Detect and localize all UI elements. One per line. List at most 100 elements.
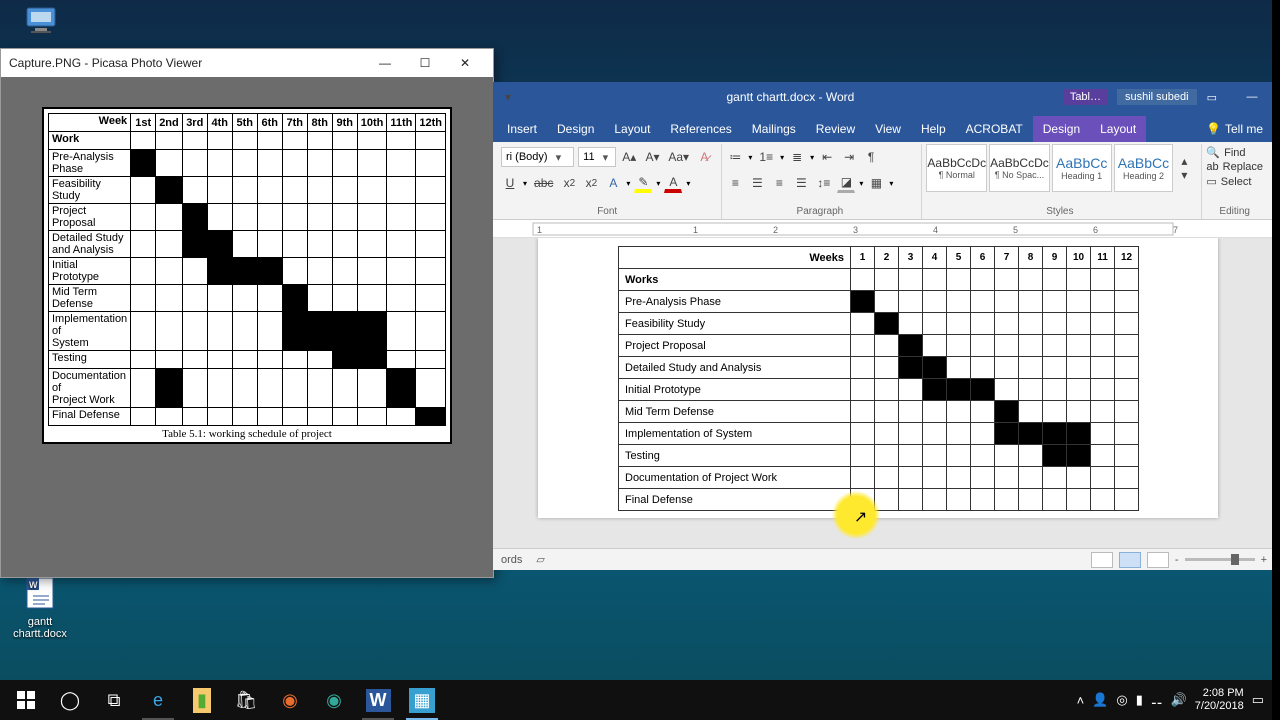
font-name-combo[interactable]: ri (Body)▾ [501,147,574,167]
align-right-icon[interactable]: ≡ [770,173,788,193]
text-effects-icon[interactable]: A [604,173,622,193]
tab-view[interactable]: View [865,116,911,142]
tab-table-design[interactable]: Design [1033,116,1090,142]
tray-chevron-icon[interactable]: ˄ [1077,693,1085,708]
tab-help[interactable]: Help [911,116,956,142]
document-area[interactable]: Weeks123456789101112WorksPre-Analysis Ph… [493,238,1275,548]
taskbar[interactable]: ◯ ⧉ e ▮ 🛍 ◉ ◉ W ▦ ˄ 👤 ◎ ▮ ⚋ 🔊 2:08 PM 7/… [0,680,1272,720]
increase-indent-icon[interactable]: ⇥ [840,147,858,167]
qa-dropdown-icon[interactable]: ▾ [499,87,517,107]
ribbon-group-styles-label: Styles [926,206,1193,219]
desktop-icon-this-pc[interactable] [12,4,76,40]
desktop-icon-gantt-doc[interactable]: W gantt chartt.docx [8,576,72,640]
bullets-icon[interactable]: ≔ [726,147,744,167]
close-button[interactable]: ✕ [445,52,485,74]
shrink-font-icon[interactable]: A▾ [643,147,662,167]
find-button[interactable]: 🔍Find [1206,146,1263,159]
status-words[interactable]: ords [501,554,522,566]
decrease-indent-icon[interactable]: ⇤ [818,147,836,167]
word-minimize-button[interactable]: — [1235,91,1269,103]
ribbon-display-icon[interactable]: ▭ [1207,91,1217,104]
taskbar-picasa[interactable]: ▦ [400,680,444,720]
align-left-icon[interactable]: ≡ [726,173,744,193]
strikethrough-icon[interactable]: abc [531,173,556,193]
maximize-button[interactable]: ☐ [405,52,445,74]
print-layout-button[interactable] [1119,552,1141,568]
replace-button[interactable]: abReplace [1206,161,1263,173]
tray-clock[interactable]: 2:08 PM 7/20/2018 [1195,687,1244,713]
show-paragraph-icon[interactable]: ¶ [862,147,880,167]
tab-references[interactable]: References [660,116,741,142]
tray-wifi-icon[interactable]: ⚋ [1151,692,1163,708]
style-heading 1[interactable]: AaBbCcHeading 1 [1052,144,1112,192]
web-layout-button[interactable] [1147,552,1169,568]
clear-format-icon[interactable]: A̷ [695,147,713,167]
tray-location-icon[interactable]: ◎ [1116,692,1127,708]
grow-font-icon[interactable]: A▴ [620,147,639,167]
word-titlebar[interactable]: ▾ gantt chartt.docx - Word Tabl… sushil … [493,82,1275,112]
tell-me-button[interactable]: 💡Tell me [1198,116,1271,142]
tab-review[interactable]: Review [806,116,865,142]
tray-notifications-icon[interactable]: ▭ [1252,692,1264,708]
borders-icon[interactable]: ▦ [867,173,885,193]
font-color-icon[interactable]: A [664,173,682,193]
zoom-out-button[interactable]: - [1175,554,1179,566]
table-tools-context-label: Tabl… [1064,89,1107,105]
tray-people-icon[interactable]: 👤 [1092,692,1108,708]
gantt-table-word[interactable]: Weeks123456789101112WorksPre-Analysis Ph… [618,246,1139,511]
picasa-title: Capture.PNG - Picasa Photo Viewer [9,56,202,70]
zoom-slider[interactable] [1185,558,1255,561]
svg-text:W: W [29,580,38,590]
taskview-button[interactable]: ⧉ [92,680,136,720]
tray-battery-icon[interactable]: ▮ [1136,692,1143,708]
change-case-icon[interactable]: Aa▾ [666,147,691,167]
gantt-caption: Table 5.1: working schedule of project [48,426,446,440]
tab-acrobat[interactable]: ACROBAT [956,116,1033,142]
page[interactable]: Weeks123456789101112WorksPre-Analysis Ph… [538,238,1218,518]
search-button[interactable]: ◯ [48,680,92,720]
line-spacing-icon[interactable]: ↕≡ [814,173,833,193]
taskbar-chrome[interactable]: ◉ [312,680,356,720]
superscript-icon[interactable]: x2 [582,173,600,193]
tab-table-layout[interactable]: Layout [1090,116,1146,142]
tab-mailings[interactable]: Mailings [742,116,806,142]
tray-volume-icon[interactable]: 🔊 [1171,692,1187,708]
subscript-icon[interactable]: x2 [560,173,578,193]
font-size-combo[interactable]: 11▾ [578,147,616,167]
underline-icon[interactable]: U [501,173,519,193]
zoom-in-button[interactable]: + [1261,554,1267,566]
taskbar-explorer[interactable]: ▮ [180,680,224,720]
tab-insert[interactable]: Insert [497,116,547,142]
styles-gallery[interactable]: AaBbCcDc¶ NormalAaBbCcDc¶ No Spac...AaBb… [926,144,1193,192]
taskbar-word[interactable]: W [356,680,400,720]
svg-text:1: 1 [537,225,542,235]
svg-text:7: 7 [1173,225,1178,235]
tab-layout[interactable]: Layout [604,116,660,142]
styles-more-icon[interactable]: ▴▾ [1175,144,1193,192]
align-center-icon[interactable]: ☰ [748,173,766,193]
taskbar-store[interactable]: 🛍 [224,680,268,720]
status-spellcheck-icon[interactable]: ▱ [536,553,544,566]
right-black-strip [1272,0,1280,720]
justify-icon[interactable]: ☰ [792,173,810,193]
picasa-titlebar[interactable]: Capture.PNG - Picasa Photo Viewer — ☐ ✕ [1,49,493,77]
ribbon-group-editing-label: Editing [1206,206,1263,219]
tab-design[interactable]: Design [547,116,604,142]
style-¶ no spac...[interactable]: AaBbCcDc¶ No Spac... [989,144,1050,192]
taskbar-firefox[interactable]: ◉ [268,680,312,720]
svg-text:3: 3 [853,225,858,235]
style-heading 2[interactable]: AaBbCcHeading 2 [1114,144,1174,192]
multilevel-icon[interactable]: ≣ [788,147,806,167]
svg-text:4: 4 [933,225,938,235]
minimize-button[interactable]: — [365,52,405,74]
start-button[interactable] [4,680,48,720]
style-¶ normal[interactable]: AaBbCcDc¶ Normal [926,144,987,192]
select-button[interactable]: ▭Select [1206,175,1263,188]
numbering-icon[interactable]: 1≡ [756,147,776,167]
read-mode-button[interactable] [1091,552,1113,568]
ribbon-group-paragraph-label: Paragraph [726,206,913,219]
shading-icon[interactable]: ◪ [837,173,855,193]
ruler[interactable]: 1 1 2 3 4 5 6 7 [493,220,1275,238]
highlight-icon[interactable]: ✎ [634,173,652,193]
taskbar-edge[interactable]: e [136,680,180,720]
